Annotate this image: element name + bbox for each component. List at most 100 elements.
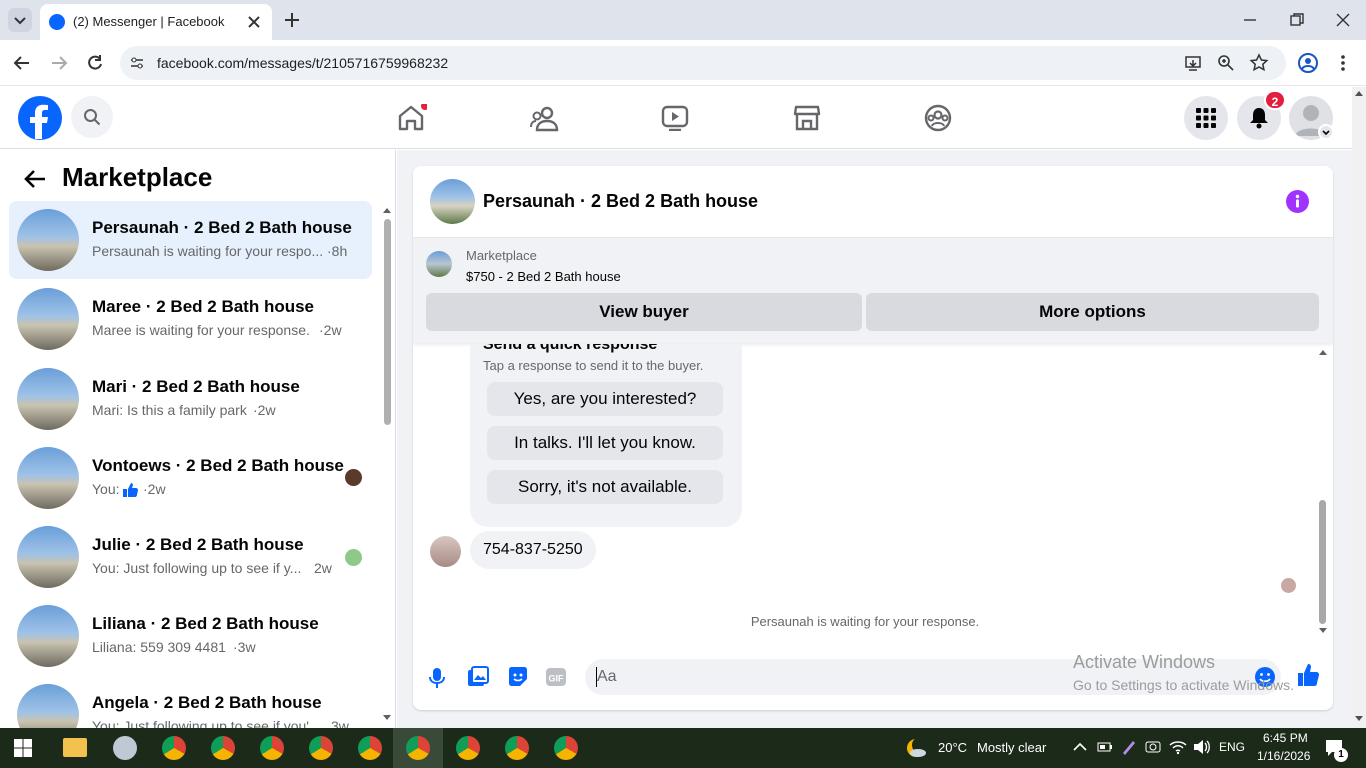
new-tab-plus-icon[interactable] [283, 11, 301, 29]
sticker-icon[interactable] [507, 666, 529, 688]
friends-icon[interactable] [530, 105, 560, 133]
conversation-item[interactable]: Vontoews · 2 Bed 2 Bath house You: ·2w [9, 439, 372, 517]
volume-icon[interactable] [1193, 739, 1211, 755]
conversation-item[interactable]: Maree · 2 Bed 2 Bath house Maree is wait… [9, 280, 372, 358]
back-arrow-icon[interactable] [23, 168, 47, 190]
windows-start-icon[interactable] [14, 739, 32, 757]
conversation-time: ·3w [233, 639, 256, 655]
message-bubble[interactable]: 754-837-5250 [470, 531, 596, 569]
camera-icon[interactable] [1145, 739, 1161, 755]
conversation-snippet: You: Just following up to see if you'... [92, 718, 321, 728]
weather-description[interactable]: Mostly clear [977, 740, 1046, 755]
thumbs-up-icon[interactable] [1297, 663, 1321, 687]
taskbar: 20°C Mostly clear ENG 6:45 PM 1/16/2026 … [0, 728, 1366, 768]
chevron-down-icon [1322, 130, 1330, 136]
scrollbar-thumb[interactable] [384, 219, 391, 425]
quick-response-option[interactable]: In talks. I'll let you know. [487, 426, 723, 460]
profile-icon[interactable] [1297, 52, 1319, 74]
account-chevron[interactable] [1318, 124, 1334, 140]
chrome-icon[interactable] [211, 736, 235, 760]
conversation-list-scrollbar[interactable] [381, 205, 393, 728]
conversation-snippet: You: [92, 481, 120, 497]
scroll-down-icon[interactable] [1319, 628, 1327, 634]
quick-response-heading: Send a quick response [483, 344, 658, 353]
site-settings-icon[interactable] [129, 55, 145, 71]
video-icon[interactable] [661, 105, 689, 131]
conversation-item[interactable]: Angela · 2 Bed 2 Bath house You: Just fo… [9, 676, 372, 728]
chevron-up-icon[interactable] [1073, 742, 1087, 752]
page-scrollbar[interactable] [1352, 87, 1366, 728]
more-options-button[interactable]: More options [866, 293, 1319, 331]
back-arrow-icon[interactable] [12, 54, 32, 72]
chrome-icon[interactable] [162, 736, 186, 760]
scrollbar-thumb[interactable] [1319, 500, 1326, 624]
conversation-time: ·2w [319, 322, 342, 338]
conversation-item[interactable]: Mari · 2 Bed 2 Bath house Mari: Is this … [9, 360, 372, 438]
bell-icon [1250, 108, 1268, 129]
chrome-icon[interactable] [260, 736, 284, 760]
menu-button[interactable] [1184, 96, 1228, 140]
conversation-item[interactable]: Persaunah · 2 Bed 2 Bath house Persaunah… [9, 201, 372, 279]
install-app-icon[interactable] [1184, 54, 1202, 72]
notification-badge: 2 [1264, 90, 1286, 110]
chrome-icon[interactable] [456, 736, 480, 760]
listing-thumbnail [17, 684, 79, 728]
conversation-title: Mari · 2 Bed 2 Bath house [92, 377, 300, 396]
scroll-up-icon[interactable] [1319, 349, 1327, 355]
chrome-icon[interactable] [309, 736, 333, 760]
marketplace-icon[interactable] [793, 104, 821, 132]
clock-time[interactable]: 6:45 PM [1263, 731, 1308, 745]
conversation-item[interactable]: Julie · 2 Bed 2 Bath house You: Just fol… [9, 518, 372, 596]
forward-arrow-icon[interactable] [49, 54, 69, 72]
message-list-scrollbar[interactable] [1317, 344, 1329, 634]
chrome-icon[interactable] [406, 736, 430, 760]
pen-icon[interactable] [1121, 739, 1137, 755]
facebook-header: 2 [0, 87, 1352, 149]
address-bar[interactable]: facebook.com/messages/t/2105716759968232 [120, 46, 1286, 80]
browser-menu-icon[interactable] [1336, 53, 1350, 73]
conversation-item[interactable]: Liliana · 2 Bed 2 Bath house Liliana: 55… [9, 597, 372, 675]
search-button[interactable] [71, 96, 113, 138]
scroll-down-icon[interactable] [383, 715, 391, 721]
file-explorer-icon[interactable] [63, 738, 87, 757]
view-buyer-button[interactable]: View buyer [426, 293, 862, 331]
scroll-down-icon[interactable] [1354, 715, 1364, 723]
chat-title[interactable]: Persaunah · 2 Bed 2 Bath house [483, 191, 758, 212]
quick-response-option[interactable]: Sorry, it's not available. [487, 470, 723, 504]
photo-icon[interactable] [467, 666, 489, 688]
weather-temperature[interactable]: 20°C [938, 740, 967, 755]
restore-icon[interactable] [1289, 12, 1305, 28]
close-icon[interactable] [246, 14, 262, 30]
chrome-icon[interactable] [554, 736, 578, 760]
quick-response-option[interactable]: Yes, are you interested? [487, 382, 723, 416]
tab-search-button[interactable] [8, 8, 32, 32]
scroll-up-icon[interactable] [1354, 89, 1364, 97]
browser-tab[interactable]: (2) Messenger | Facebook [40, 4, 272, 40]
zoom-icon[interactable] [1217, 54, 1235, 72]
weather-moon-icon[interactable] [904, 736, 928, 760]
info-button[interactable] [1286, 190, 1309, 213]
reload-icon[interactable] [85, 53, 105, 73]
facebook-logo-icon[interactable] [17, 95, 63, 141]
groups-icon[interactable] [924, 104, 952, 132]
activation-watermark-subtitle: Go to Settings to activate Windows. [1073, 677, 1294, 693]
paint-app-icon[interactable] [113, 736, 137, 760]
bookmark-star-icon[interactable] [1249, 53, 1269, 73]
home-icon[interactable] [397, 104, 427, 132]
listing-summary[interactable]: $750 - 2 Bed 2 Bath house [466, 269, 621, 284]
microphone-icon[interactable] [429, 667, 445, 689]
activation-watermark-title: Activate Windows [1073, 652, 1216, 672]
listing-avatar[interactable] [430, 179, 475, 224]
minimize-icon[interactable] [1242, 13, 1258, 27]
language-indicator[interactable]: ENG [1219, 740, 1245, 754]
wifi-icon[interactable] [1169, 739, 1187, 755]
conversation-title: Persaunah · 2 Bed 2 Bath house [92, 218, 352, 237]
chrome-icon[interactable] [358, 736, 382, 760]
window-close-icon[interactable] [1335, 12, 1351, 28]
listing-banner: Marketplace $750 - 2 Bed 2 Bath house Vi… [413, 238, 1333, 343]
clock-date[interactable]: 1/16/2026 [1257, 749, 1310, 763]
battery-icon[interactable] [1097, 741, 1113, 753]
gif-icon[interactable]: GIF [545, 667, 567, 687]
scroll-up-icon[interactable] [383, 207, 391, 213]
chrome-icon[interactable] [505, 736, 529, 760]
